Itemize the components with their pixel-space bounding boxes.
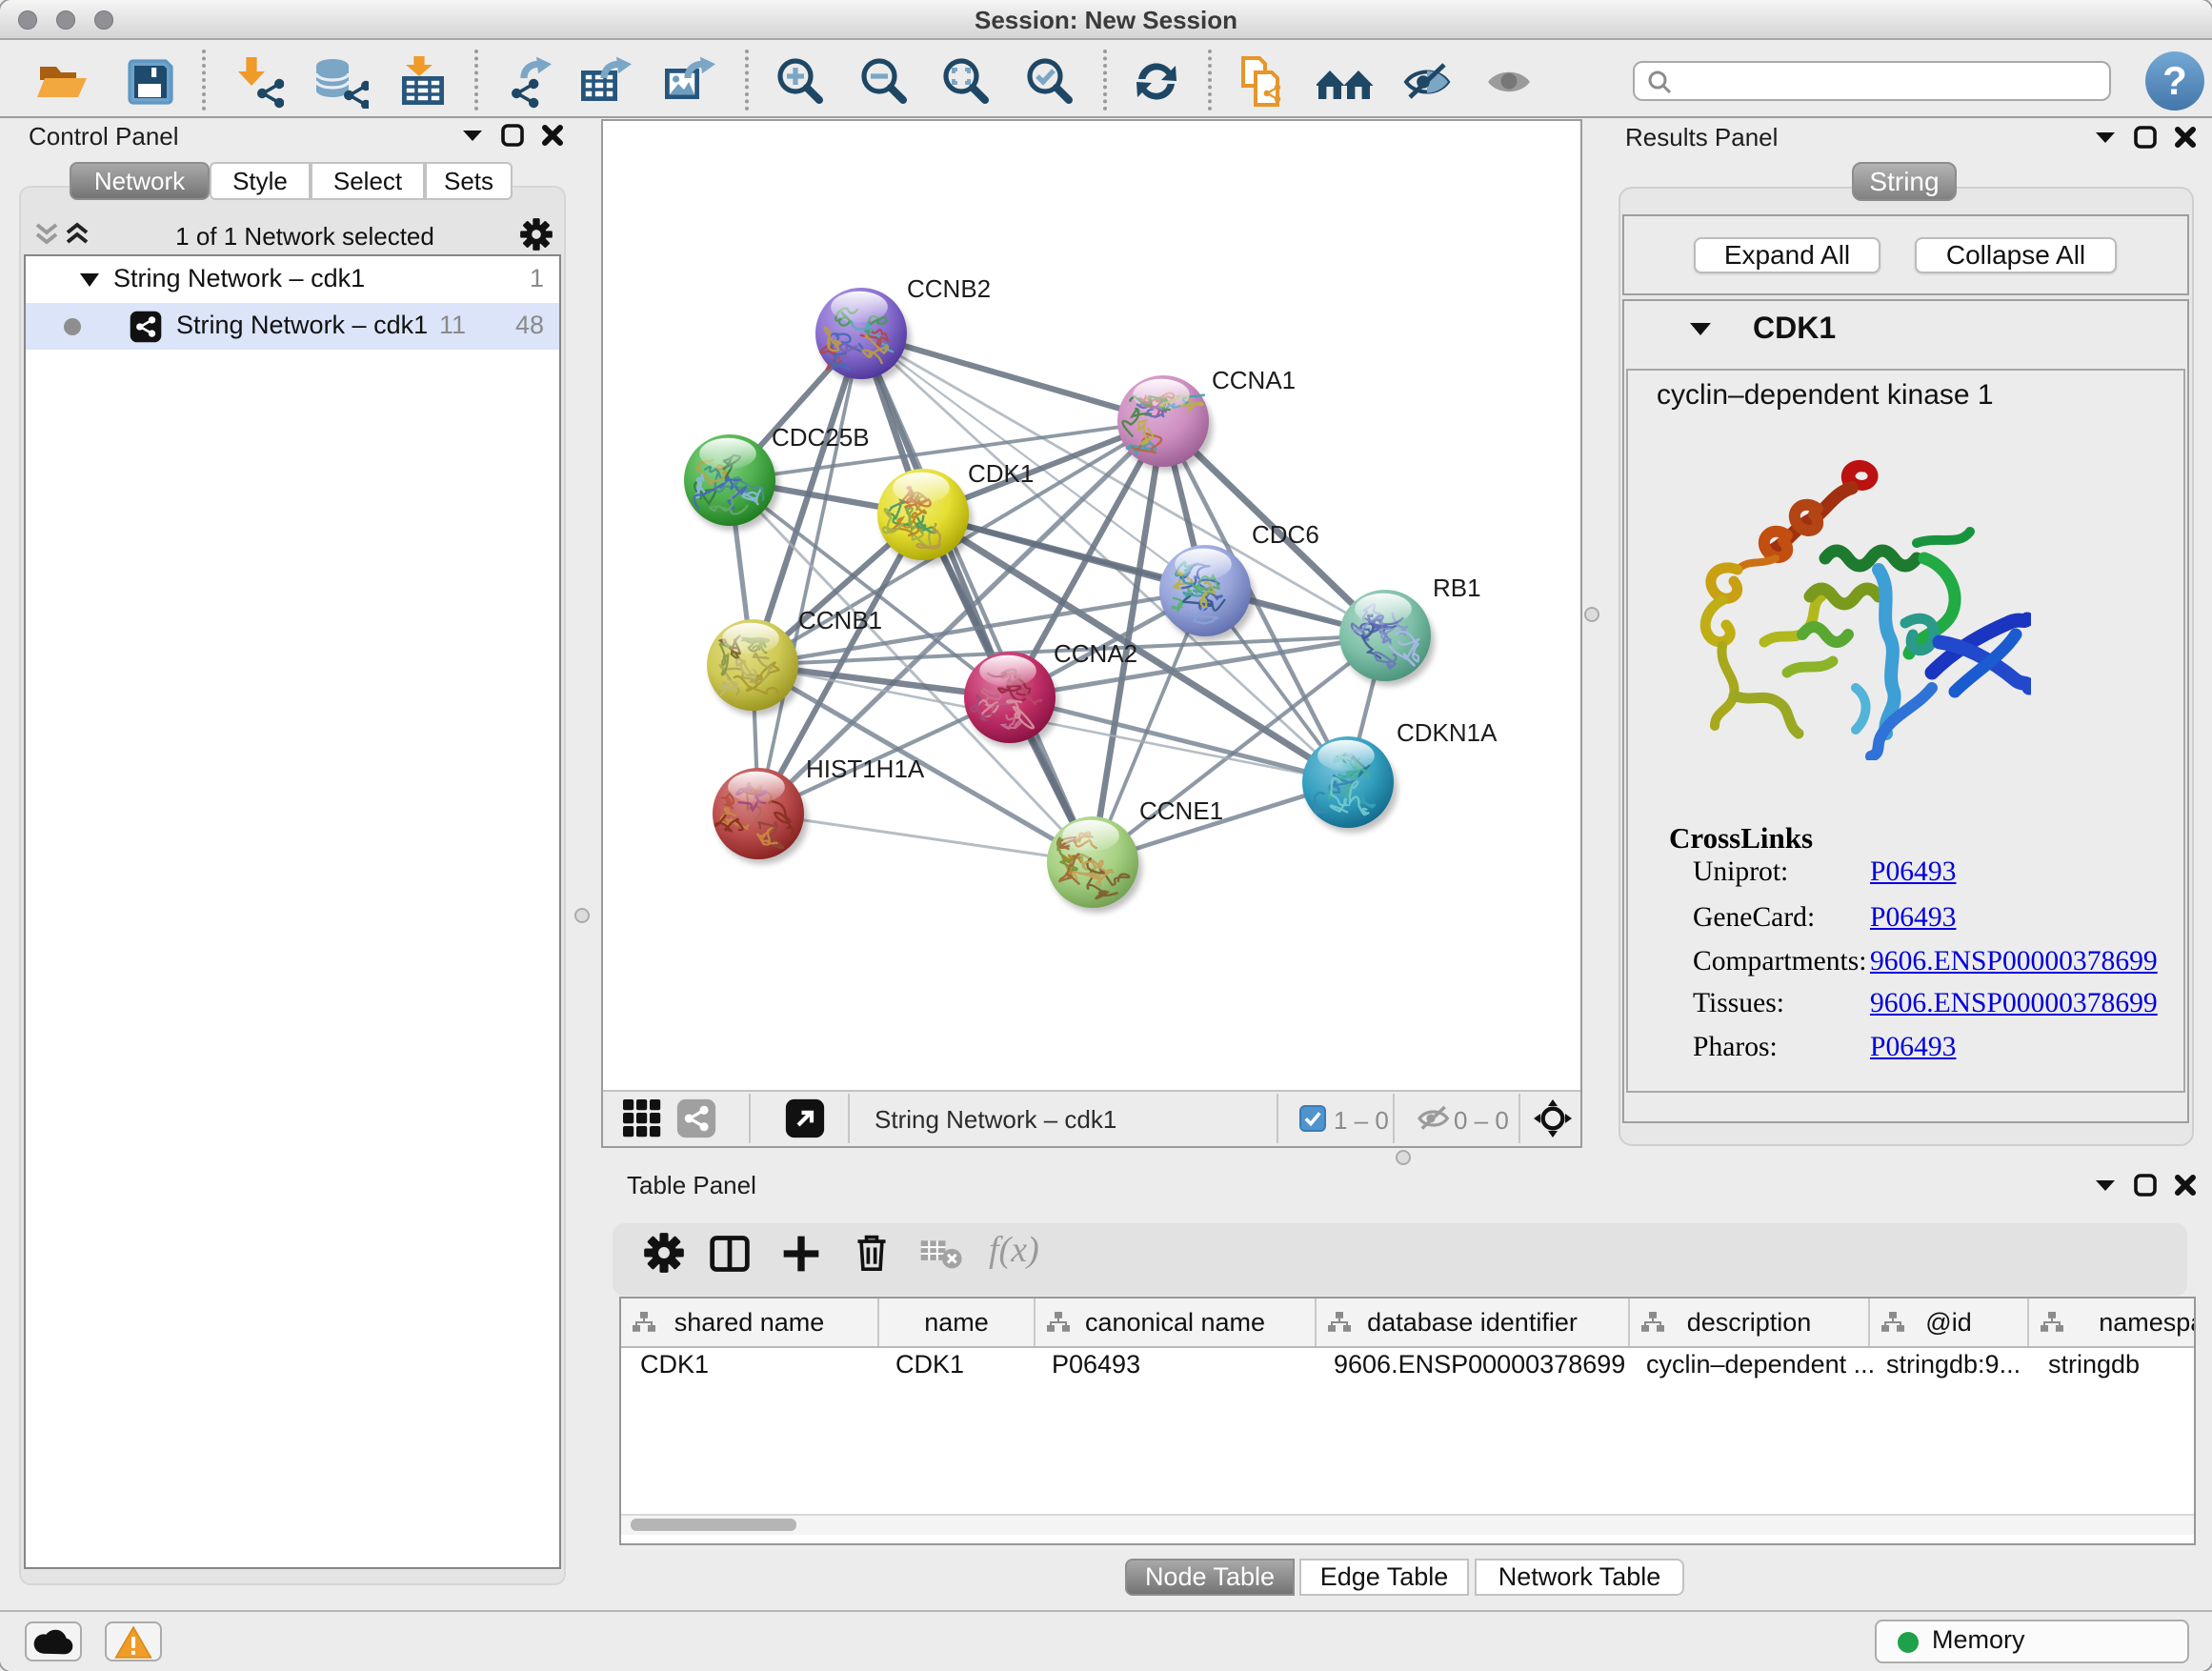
svg-text:CCNE1: CCNE1 bbox=[1139, 796, 1223, 825]
svg-text:CCNA1: CCNA1 bbox=[1212, 366, 1296, 394]
svg-text:RB1: RB1 bbox=[1433, 574, 1481, 602]
svg-text:CCNA2: CCNA2 bbox=[1054, 639, 1137, 668]
svg-text:CDK1: CDK1 bbox=[968, 459, 1034, 488]
svg-text:HIST1H1A: HIST1H1A bbox=[806, 755, 925, 783]
svg-text:CDKN1A: CDKN1A bbox=[1397, 718, 1498, 747]
svg-text:CCNB2: CCNB2 bbox=[907, 274, 991, 303]
svg-text:CDC6: CDC6 bbox=[1252, 520, 1319, 549]
svg-text:CDC25B: CDC25B bbox=[772, 423, 870, 452]
svg-text:CCNB1: CCNB1 bbox=[798, 606, 882, 634]
